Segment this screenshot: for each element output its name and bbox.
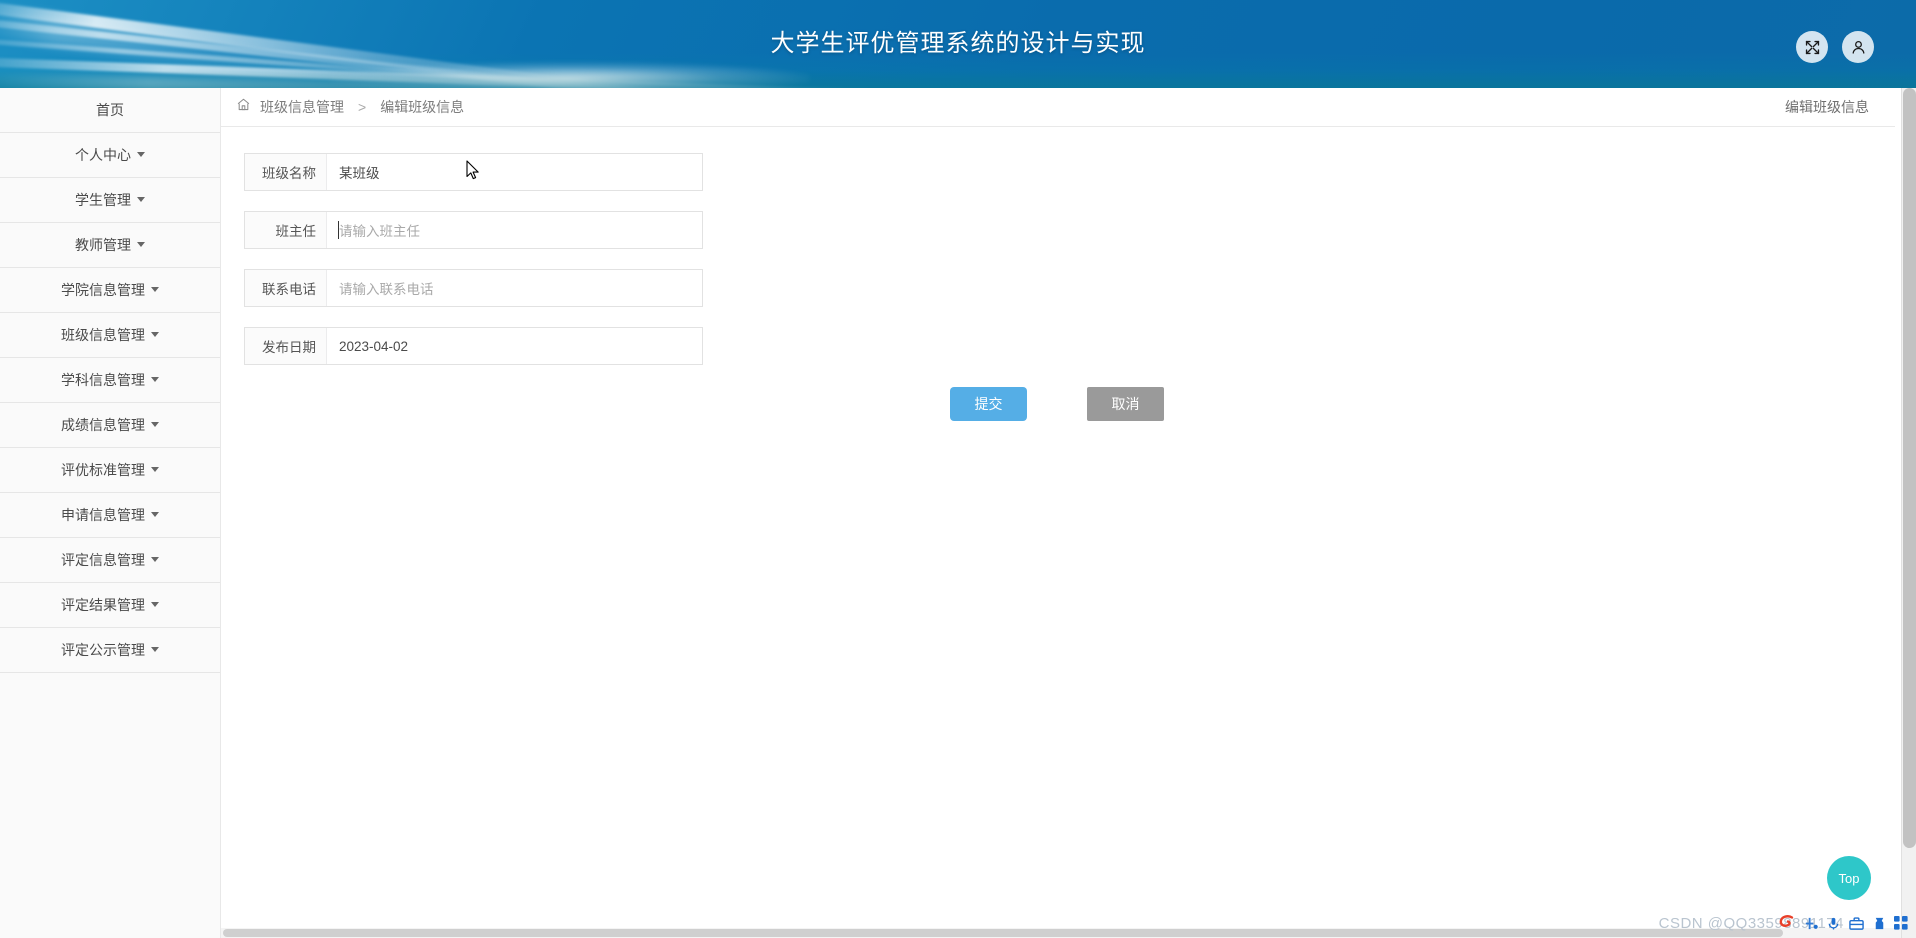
- chevron-down-icon: [151, 466, 159, 472]
- form-field-0: 班级名称 某班级: [244, 153, 703, 191]
- sidebar-item-7[interactable]: 成绩信息管理: [0, 403, 220, 448]
- chevron-down-icon: [151, 376, 159, 382]
- main-content: 班级信息管理 > 编辑班级信息 编辑班级信息 班级名称 某班级 班主任 请输入班主任联…: [221, 88, 1895, 938]
- sidebar-item-10[interactable]: 评定信息管理: [0, 538, 220, 583]
- fullscreen-icon: [1804, 39, 1821, 56]
- keyboard-mode-icon[interactable]: [1804, 916, 1819, 931]
- user-icon: [1850, 39, 1867, 56]
- ime-toolbar[interactable]: [1773, 910, 1912, 936]
- breadcrumb: 班级信息管理 > 编辑班级信息: [236, 97, 464, 117]
- skin-icon[interactable]: [1872, 916, 1887, 931]
- form-field-label: 班主任: [245, 212, 327, 248]
- sidebar-item-label: 学生管理: [75, 192, 131, 208]
- form-field-3: 发布日期 2023-04-02: [244, 327, 703, 365]
- fullscreen-button[interactable]: [1796, 31, 1828, 63]
- sidebar-item-label: 首页: [96, 102, 124, 118]
- horizontal-scrollbar-thumb[interactable]: [223, 929, 1783, 937]
- submit-button[interactable]: 提交: [950, 387, 1027, 421]
- cancel-button[interactable]: 取消: [1087, 387, 1164, 421]
- sidebar-item-9[interactable]: 申请信息管理: [0, 493, 220, 538]
- chevron-down-icon: [137, 151, 145, 157]
- sidebar-item-label: 学院信息管理: [61, 282, 145, 298]
- sidebar-item-label: 教师管理: [75, 237, 131, 253]
- sidebar-item-12[interactable]: 评定公示管理: [0, 628, 220, 673]
- breadcrumb-current: 编辑班级信息: [380, 99, 465, 115]
- apps-grid-icon[interactable]: [1894, 916, 1908, 930]
- breadcrumb-separator: >: [358, 99, 367, 115]
- text-caret: [338, 221, 339, 239]
- sidebar-item-5[interactable]: 班级信息管理: [0, 313, 220, 358]
- form-actions: 提交 取消: [244, 387, 1895, 421]
- sidebar-item-label: 评定公示管理: [61, 642, 145, 658]
- sidebar-item-4[interactable]: 学院信息管理: [0, 268, 220, 313]
- chevron-down-icon: [151, 646, 159, 652]
- horizontal-scrollbar[interactable]: [221, 928, 1901, 938]
- chevron-down-icon: [151, 331, 159, 337]
- sidebar-item-label: 学科信息管理: [61, 372, 145, 388]
- form-field-input[interactable]: 某班级: [327, 154, 702, 190]
- form-field-value: 某班级: [339, 166, 380, 181]
- chevron-down-icon: [151, 286, 159, 292]
- sidebar-item-label: 班级信息管理: [61, 327, 145, 343]
- header-bottom-shade: [0, 70, 1916, 88]
- form-field-list: 班级名称 某班级 班主任 请输入班主任 联系电话 请输入联系电话 发布日期 2023-04-0…: [244, 153, 1895, 365]
- sidebar-item-label: 评定信息管理: [61, 552, 145, 568]
- chevron-down-icon: [151, 511, 159, 517]
- header-actions: [1796, 31, 1874, 63]
- form-field-input[interactable]: 请输入班主任: [327, 212, 702, 248]
- sidebar-item-label: 成绩信息管理: [61, 417, 145, 433]
- page-title: 大学生评优管理系统的设计与实现: [770, 30, 1146, 57]
- app-root: 大学生评优管理系统的设计与实现 首页 个人中心 学生管理 教师管理 学院信息管理…: [0, 0, 1916, 938]
- page-label: 编辑班级信息: [1785, 99, 1869, 115]
- chevron-down-icon: [151, 421, 159, 427]
- sidebar-filler: [0, 673, 220, 938]
- sogou-logo-icon[interactable]: [1777, 913, 1797, 933]
- scroll-to-top-button[interactable]: Top: [1827, 856, 1871, 900]
- sidebar-item-11[interactable]: 评定结果管理: [0, 583, 220, 628]
- form-field-placeholder: 请输入班主任: [339, 224, 420, 239]
- voice-input-icon[interactable]: [1826, 916, 1841, 931]
- form-field-input[interactable]: 2023-04-02: [327, 328, 702, 364]
- form-field-label: 班级名称: [245, 154, 327, 190]
- user-menu-button[interactable]: [1842, 31, 1874, 63]
- form-field-label: 发布日期: [245, 328, 327, 364]
- sidebar-item-0[interactable]: 首页: [0, 88, 220, 133]
- sidebar-item-label: 个人中心: [75, 147, 131, 163]
- chevron-down-icon: [151, 601, 159, 607]
- form-field-value: 2023-04-02: [339, 338, 409, 354]
- form-field-2: 联系电话 请输入联系电话: [244, 269, 703, 307]
- sidebar-item-3[interactable]: 教师管理: [0, 223, 220, 268]
- sidebar-item-label: 申请信息管理: [61, 507, 145, 523]
- sidebar-item-6[interactable]: 学科信息管理: [0, 358, 220, 403]
- toolbox-icon[interactable]: [1848, 916, 1865, 931]
- chevron-down-icon: [137, 196, 145, 202]
- form-field-input[interactable]: 请输入联系电话: [327, 270, 702, 306]
- form-field-placeholder: 请输入联系电话: [339, 282, 434, 297]
- sidebar-item-label: 评优标准管理: [61, 462, 145, 478]
- form-field-1: 班主任 请输入班主任: [244, 211, 703, 249]
- sidebar-item-list: 首页个人中心学生管理教师管理学院信息管理 班级信息管理 学科信息管理 成绩信息管理 评优…: [0, 88, 220, 673]
- sidebar: 首页个人中心学生管理教师管理学院信息管理 班级信息管理 学科信息管理 成绩信息管理 评优…: [0, 88, 221, 938]
- chevron-down-icon: [137, 241, 145, 247]
- sidebar-item-label: 评定结果管理: [61, 597, 145, 613]
- form-field-label: 联系电话: [245, 270, 327, 306]
- vertical-scrollbar-thumb[interactable]: [1903, 88, 1916, 848]
- app-header: 大学生评优管理系统的设计与实现: [0, 0, 1916, 88]
- home-icon[interactable]: [236, 97, 251, 117]
- sidebar-item-1[interactable]: 个人中心: [0, 133, 220, 178]
- breadcrumb-bar: 班级信息管理 > 编辑班级信息 编辑班级信息: [221, 88, 1895, 127]
- chevron-down-icon: [151, 556, 159, 562]
- sidebar-item-2[interactable]: 学生管理: [0, 178, 220, 223]
- vertical-scrollbar[interactable]: [1901, 88, 1916, 938]
- edit-class-form: 班级名称 某班级 班主任 请输入班主任 联系电话 请输入联系电话 发布日期 2023-04-0…: [221, 127, 1895, 421]
- breadcrumb-parent[interactable]: 班级信息管理: [260, 97, 344, 117]
- sidebar-item-8[interactable]: 评优标准管理: [0, 448, 220, 493]
